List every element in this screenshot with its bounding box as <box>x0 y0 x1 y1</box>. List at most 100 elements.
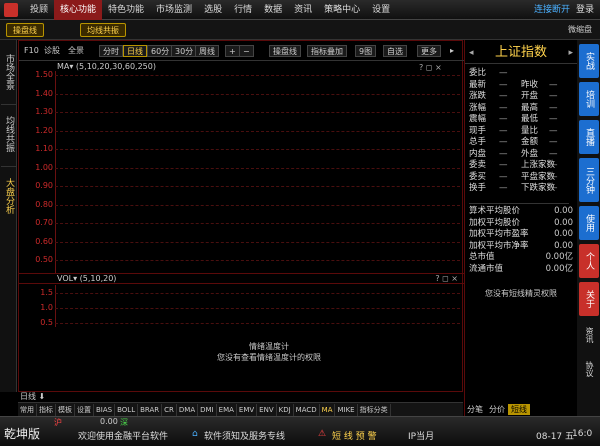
sidebar-button-3[interactable]: 三分钟 <box>579 158 599 202</box>
close-icon[interactable]: × <box>451 274 458 283</box>
f10-button[interactable]: F10 <box>21 45 42 57</box>
menu-item-1[interactable]: 核心功能 <box>54 0 103 20</box>
indicator-7[interactable]: CR <box>162 403 177 416</box>
watchlist-button[interactable]: 自选 <box>383 45 407 57</box>
indicator-16[interactable]: MIKE <box>335 403 358 416</box>
period-60min[interactable]: 60分 <box>147 45 174 57</box>
sidebar-button-8[interactable]: 协议 <box>579 354 599 384</box>
menu-item-0[interactable]: 投顾 <box>24 0 54 20</box>
price-grid-line <box>55 93 460 95</box>
quote-cell-l: 委卖 <box>469 160 487 170</box>
vtab-ma-resonance[interactable]: 均线共振 <box>1 104 16 162</box>
quote-cell-l: 内盘 <box>469 148 487 159</box>
kline-chart-area[interactable]: F10 诊股 全景 分时 日线 60分 30分 周线 + − 操盘线 指标叠加 … <box>18 40 464 392</box>
edition-label: 乾坤版 <box>4 427 41 441</box>
caopanxian-button[interactable]: 操盘线 <box>269 45 301 57</box>
indicator-6[interactable]: BRAR <box>138 403 163 416</box>
diagnose-button[interactable]: 诊股 <box>41 45 63 57</box>
indicator-overlay-button[interactable]: 指标叠加 <box>307 45 347 57</box>
panorama-button[interactable]: 全景 <box>65 45 87 57</box>
menu-item-5[interactable]: 行情 <box>228 0 258 20</box>
zoom-in-button[interactable]: + <box>225 45 240 57</box>
quote-cell-m: — <box>499 137 508 147</box>
tab-caopanxian[interactable]: 操盘线 <box>6 23 44 37</box>
indicator-bar: 常用 指标 模板 设置 BIAS BOLL BRAR CR DMA DMI EMA EMV ENV KDJ… <box>18 402 463 416</box>
index-title[interactable]: ◂ 上证指数 ▸ <box>465 42 577 64</box>
stat-label: 总市值 <box>469 252 495 262</box>
sidebar-button-5[interactable]: 个人 <box>579 244 599 278</box>
price-tick-label: 0.50 <box>35 255 53 264</box>
restore-icon[interactable]: ◻ <box>426 63 433 72</box>
menu-item-3[interactable]: 市场监测 <box>150 0 198 20</box>
help-icon[interactable]: ? <box>419 63 423 72</box>
ma-legend[interactable]: MA▾ (5,10,20,30,60,250) <box>57 62 156 71</box>
panel-tab-0[interactable]: 分笔 <box>464 404 486 415</box>
indicator-5[interactable]: BOLL <box>115 403 139 416</box>
service-notice-link[interactable]: 软件须知及服务专线 <box>204 429 285 442</box>
menu-item-9[interactable]: 设置 <box>366 0 396 20</box>
restore-icon[interactable]: ◻ <box>442 274 449 283</box>
connection-status[interactable]: 连接断开 <box>534 0 570 20</box>
indicator-14[interactable]: MACD <box>294 403 320 416</box>
quote-cell-m: — <box>499 160 508 170</box>
indicator-15[interactable]: MA <box>320 403 336 416</box>
menu-item-8[interactable]: 策略中心 <box>318 0 366 20</box>
short-wizard-msg: 您没有短线精灵权限 <box>485 289 557 298</box>
login-link[interactable]: 登录 <box>576 0 594 20</box>
sidebar-button-4[interactable]: 使用 <box>579 206 599 240</box>
panel-tab-2[interactable]: 短线 <box>508 403 530 415</box>
quote-row: 委买 — 平盘家数 — <box>469 172 575 183</box>
indicator-10[interactable]: EMA <box>217 403 237 416</box>
indicator-13[interactable]: KDJ <box>277 403 294 416</box>
indicator-12[interactable]: ENV <box>257 403 277 416</box>
panel-tab-1[interactable]: 分价 <box>486 404 508 415</box>
period-30min[interactable]: 30分 <box>171 45 198 57</box>
indicator-0[interactable]: 常用 <box>18 403 37 416</box>
period-weekly[interactable]: 周线 <box>195 45 219 57</box>
welcome-text: 欢迎使用金融平台软件 <box>78 432 169 442</box>
quote-cell-rv: — <box>549 148 558 159</box>
sidebar-button-2[interactable]: 直播 <box>579 120 599 154</box>
menu-item-6[interactable]: 数据 <box>258 0 288 20</box>
indicator-9[interactable]: DMI <box>198 403 217 416</box>
status-bar: 乾坤版 沪 0.00 深 欢迎使用金融平台软件 ⌂ 软件须知及服务专线 ⚠ 短 … <box>0 416 600 446</box>
panel-divider <box>469 203 569 204</box>
vtab-market-analysis[interactable]: 大盘分析 <box>1 166 16 224</box>
indicator-3[interactable]: 设置 <box>75 403 94 416</box>
sidebar-button-0[interactable]: 实战 <box>579 44 599 78</box>
mini-panel-button[interactable]: 微缩盘 <box>568 23 592 37</box>
menu-item-2[interactable]: 特色功能 <box>102 0 150 20</box>
help-icon[interactable]: ? <box>435 274 439 283</box>
sidebar-button-6[interactable]: 关于 <box>579 282 599 316</box>
zoom-out-button[interactable]: − <box>239 45 254 57</box>
ip-monthly: IP当月 <box>408 432 435 442</box>
more-button[interactable]: 更多 <box>417 45 441 57</box>
vol-legend[interactable]: VOL▾ (5,10,20) <box>57 274 116 283</box>
indicator-11[interactable]: EMV <box>237 403 258 416</box>
indicator-4[interactable]: BIAS <box>94 403 116 416</box>
short-alert-button[interactable]: 短 线 预 警 <box>332 429 377 442</box>
period-intraday[interactable]: 分时 <box>99 45 123 57</box>
sz-ticker[interactable]: 深 <box>120 417 128 428</box>
price-tick-label: 1.30 <box>35 107 53 116</box>
menu-item-7[interactable]: 资讯 <box>288 0 318 20</box>
expand-icon[interactable]: ▸ <box>447 45 457 57</box>
nine-grid-button[interactable]: 9图 <box>355 45 377 57</box>
close-icon[interactable]: × <box>435 63 442 72</box>
indicator-1[interactable]: 指标 <box>37 403 56 416</box>
indicator-2[interactable]: 模板 <box>56 403 75 416</box>
sidebar-button-1[interactable]: 培训 <box>579 82 599 116</box>
vtab-market-overview[interactable]: 市场全景 <box>1 44 16 100</box>
indicator-17[interactable]: 指标分类 <box>358 403 391 416</box>
tab-junxian-gongzhen[interactable]: 均线共振 <box>80 23 126 37</box>
indicator-8[interactable]: DMA <box>177 403 199 416</box>
sidebar-button-7[interactable]: 资讯 <box>579 320 599 350</box>
next-arrow-icon[interactable]: ▸ <box>568 42 573 64</box>
sh-ticker[interactable]: 沪 <box>54 417 62 428</box>
prev-arrow-icon[interactable]: ◂ <box>469 42 474 64</box>
period-daily[interactable]: 日线 <box>123 45 147 57</box>
download-icon[interactable]: ⬇ <box>39 392 46 401</box>
stat-row: 加权平均股价 0.00 <box>469 218 575 229</box>
plus-icon: + <box>229 47 236 56</box>
menu-item-4[interactable]: 选股 <box>198 0 228 20</box>
